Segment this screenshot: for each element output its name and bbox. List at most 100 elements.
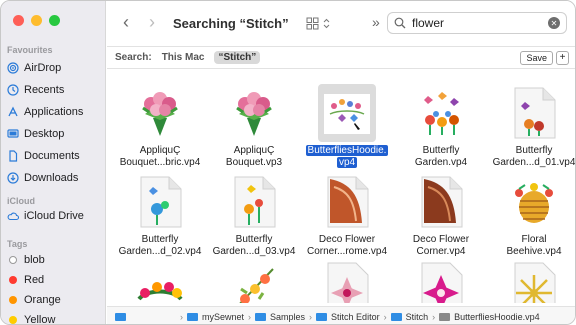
file-name-line1: Deco Flower bbox=[318, 234, 376, 245]
pink-flower-thumbnail bbox=[318, 259, 376, 303]
sidebar-item-label: Yellow bbox=[24, 314, 56, 325]
sidebar-tag-yellow[interactable]: Yellow bbox=[7, 310, 103, 325]
sidebar-item-airdrop[interactable]: AirDrop bbox=[7, 58, 103, 78]
sidebar-item-label: Orange bbox=[24, 294, 61, 306]
document-thumbnail bbox=[412, 173, 470, 231]
file-item[interactable]: Butterfly Garden...d_01.vp4 bbox=[489, 84, 576, 169]
chevron-right-icon: › bbox=[383, 311, 387, 322]
sunburst-flower-thumbnail bbox=[505, 259, 563, 303]
file-name-line2: Garden...d_02.vp4 bbox=[118, 246, 202, 257]
sidebar-section-favourites: Favourites bbox=[7, 45, 53, 55]
scope-this-mac[interactable]: This Mac bbox=[158, 51, 209, 64]
tag-dot-icon bbox=[9, 256, 17, 264]
file-item[interactable]: Deco Flower Corner...rome.vp4 bbox=[302, 173, 392, 258]
file-name-line1: Floral bbox=[521, 234, 547, 245]
file-item[interactable] bbox=[302, 259, 392, 303]
file-name-line2: Garden...d_01.vp4 bbox=[492, 157, 576, 168]
file-item[interactable] bbox=[209, 259, 299, 303]
document-thumbnail bbox=[318, 173, 376, 231]
file-name-line2: Beehive.vp4 bbox=[506, 246, 562, 257]
view-options-button[interactable] bbox=[306, 15, 336, 31]
clear-search-icon[interactable]: ✕ bbox=[548, 17, 560, 29]
folder-icon bbox=[187, 312, 198, 321]
sidebar-item-recents[interactable]: Recents bbox=[7, 80, 103, 100]
path-item[interactable]: Stitch bbox=[406, 312, 429, 322]
download-icon bbox=[7, 172, 19, 184]
file-name-line1: AppliquÇ bbox=[139, 145, 181, 156]
file-item[interactable] bbox=[396, 259, 486, 303]
add-criteria-button[interactable]: + bbox=[556, 51, 569, 65]
butterflies-thumbnail bbox=[318, 84, 376, 142]
file-item[interactable] bbox=[115, 259, 205, 303]
file-grid: AppliquÇ Bouquet...bric.vp4 AppliquÇ Bouqu… bbox=[107, 69, 576, 303]
path-item[interactable]: Samples bbox=[270, 312, 305, 322]
path-item[interactable]: mySewnet bbox=[202, 312, 244, 322]
file-name-line2: Bouquet...bric.vp4 bbox=[119, 157, 201, 168]
sidebar-item-label: AirDrop bbox=[24, 62, 62, 74]
folder-icon bbox=[255, 312, 267, 321]
tag-dot-icon bbox=[9, 276, 17, 284]
window-controls bbox=[13, 15, 60, 26]
file-item[interactable]: Floral Beehive.vp4 bbox=[489, 173, 575, 258]
folder-icon bbox=[390, 312, 402, 321]
sidebar-item-icloud-drive[interactable]: iCloud Drive bbox=[7, 206, 103, 226]
file-item[interactable]: Butterfly Garden...d_02.vp4 bbox=[115, 173, 205, 258]
sidebar-item-label: Red bbox=[24, 274, 45, 286]
file-icon bbox=[439, 312, 451, 321]
file-name-line1: Butterfly bbox=[235, 234, 273, 245]
back-button[interactable]: ‹ bbox=[123, 12, 129, 33]
path-item[interactable]: Stitch Editor bbox=[331, 312, 380, 322]
toolbar-overflow-button[interactable]: » bbox=[372, 14, 380, 30]
sidebar-item-applications[interactable]: Applications bbox=[7, 102, 103, 122]
finder-window: Favourites AirDrop Recents Applications … bbox=[0, 0, 576, 325]
flower-branch-thumbnail bbox=[225, 259, 283, 303]
file-item[interactable]: AppliquÇ Bouquet...bric.vp4 bbox=[115, 84, 205, 169]
sidebar-section-icloud: iCloud bbox=[7, 196, 35, 206]
sidebar-item-documents[interactable]: Documents bbox=[7, 146, 103, 166]
search-field[interactable]: flower ✕ bbox=[387, 12, 567, 34]
sidebar-tag-red[interactable]: Red bbox=[7, 270, 103, 290]
file-item[interactable]: Butterfly Garden...d_03.vp4 bbox=[209, 173, 299, 258]
bouquet-thumbnail bbox=[225, 84, 283, 142]
search-input[interactable]: flower bbox=[412, 16, 542, 30]
applications-icon bbox=[7, 106, 19, 118]
file-name-line2: Garden.vp4 bbox=[414, 157, 468, 168]
file-item-selected[interactable]: ButterfliesHoodie. vp4 bbox=[302, 84, 392, 169]
save-search-button[interactable]: Save bbox=[520, 51, 553, 65]
sidebar-item-label: Documents bbox=[24, 150, 80, 162]
file-name-line2: Garden...d_03.vp4 bbox=[212, 246, 296, 257]
bouquet-thumbnail bbox=[131, 84, 189, 142]
minimize-window-button[interactable] bbox=[31, 15, 42, 26]
document-thumbnail bbox=[505, 84, 563, 142]
file-item[interactable]: AppliquÇ Bouquet.vp3 bbox=[209, 84, 299, 169]
sidebar-item-label: blob bbox=[24, 254, 45, 266]
path-item[interactable]: ButterfliesHoodie.vp4 bbox=[454, 312, 540, 322]
sidebar-item-downloads[interactable]: Downloads bbox=[7, 168, 103, 188]
sidebar-tag-blob[interactable]: blob bbox=[7, 250, 103, 270]
file-item[interactable] bbox=[489, 259, 575, 303]
chevron-updown-icon bbox=[323, 18, 330, 28]
airdrop-icon bbox=[7, 62, 19, 74]
window-title: Searching “Stitch” bbox=[173, 16, 289, 31]
zoom-window-button[interactable] bbox=[49, 15, 60, 26]
document-thumbnail bbox=[131, 173, 189, 231]
chevron-right-icon: › bbox=[180, 311, 183, 322]
scope-stitch[interactable]: “Stitch” bbox=[214, 51, 261, 64]
close-window-button[interactable] bbox=[13, 15, 24, 26]
sidebar-item-desktop[interactable]: Desktop bbox=[7, 124, 103, 144]
file-item[interactable]: Butterfly Garden.vp4 bbox=[396, 84, 486, 169]
sidebar-tag-orange[interactable]: Orange bbox=[7, 290, 103, 310]
file-name-line2: Corner.vp4 bbox=[416, 246, 466, 257]
sidebar-section-tags: Tags bbox=[7, 239, 28, 249]
file-name-line2: Corner...rome.vp4 bbox=[306, 246, 388, 257]
sidebar-item-label: iCloud Drive bbox=[24, 210, 84, 222]
cloud-icon bbox=[7, 210, 19, 222]
magenta-flower-thumbnail bbox=[412, 259, 470, 303]
forward-button[interactable]: › bbox=[149, 12, 155, 33]
folder-icon bbox=[316, 312, 328, 321]
file-name-line2: vp4 bbox=[336, 157, 358, 168]
file-name-line1: Butterfly bbox=[515, 145, 553, 156]
tag-dot-icon bbox=[9, 316, 17, 324]
file-item[interactable]: Deco Flower Corner.vp4 bbox=[396, 173, 486, 258]
sidebar-item-label: Recents bbox=[24, 84, 65, 96]
